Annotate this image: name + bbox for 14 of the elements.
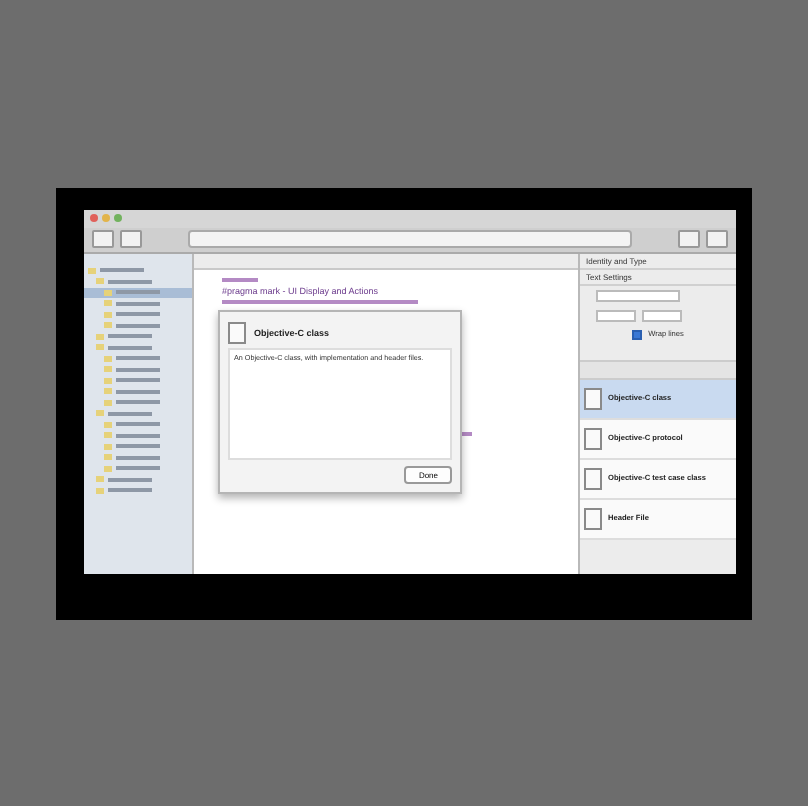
code-line-drawing (222, 278, 258, 283)
zoom-icon[interactable] (114, 214, 122, 222)
document-icon (584, 467, 602, 489)
document-icon (584, 387, 602, 409)
select-field[interactable] (596, 289, 680, 301)
checkbox[interactable] (632, 329, 643, 339)
minimize-icon[interactable] (102, 214, 110, 222)
stepper-field[interactable] (642, 309, 682, 321)
close-icon[interactable] (90, 214, 98, 222)
stepper-field[interactable] (596, 309, 636, 321)
document-icon (584, 507, 602, 529)
navigator-row[interactable] (84, 287, 192, 298)
document-icon (584, 427, 602, 449)
document-icon (228, 322, 246, 344)
